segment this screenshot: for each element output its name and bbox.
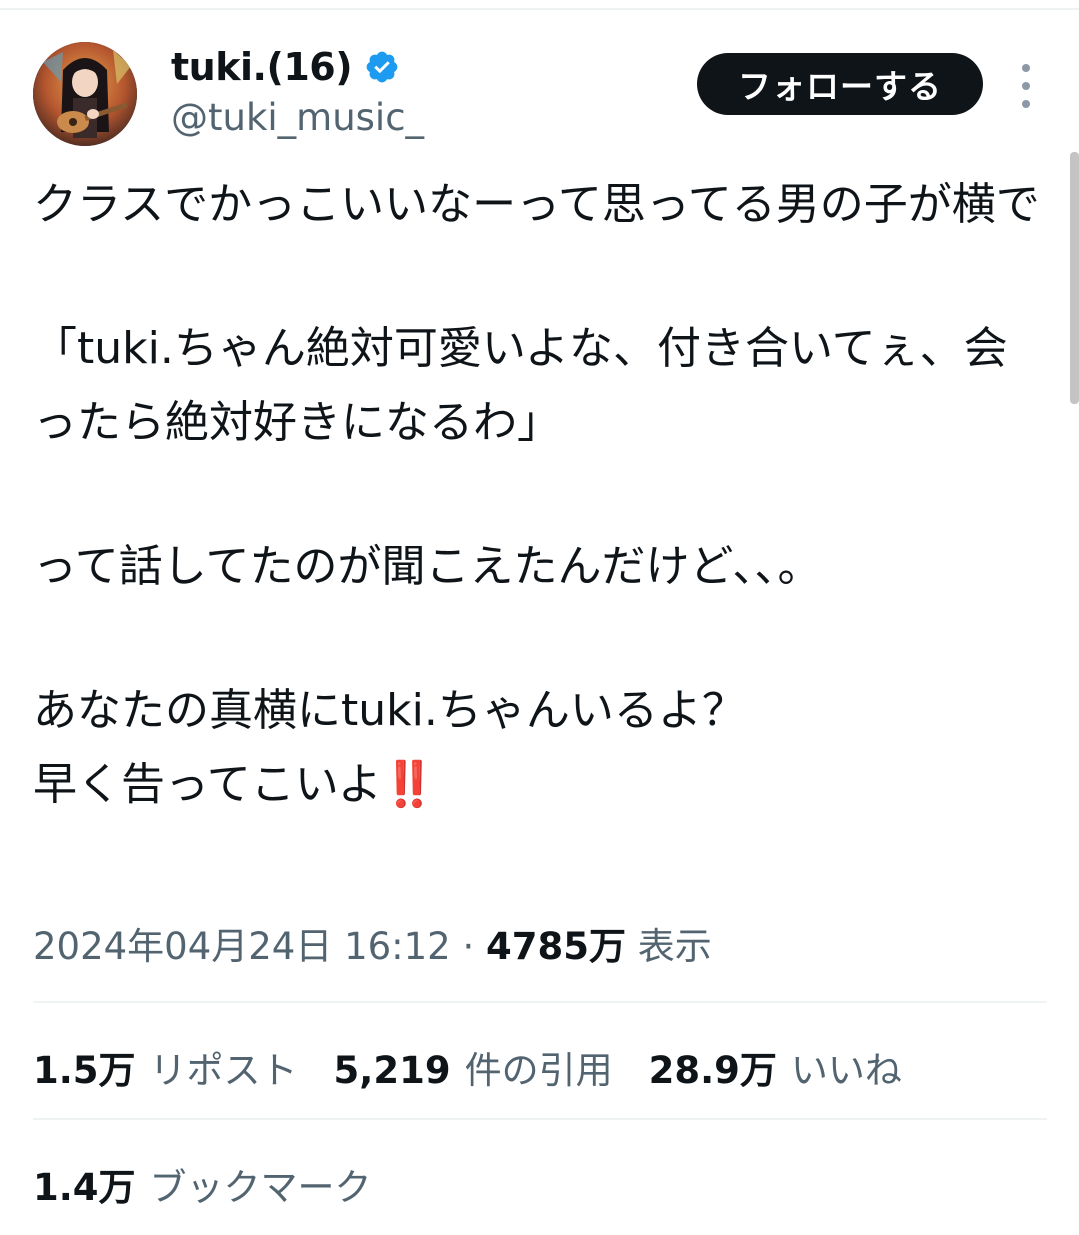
tweet-line: クラスでかっこいいなーって思ってる男の子が横で <box>33 179 1040 230</box>
views-count: 4785万 <box>486 925 626 968</box>
more-options-icon[interactable] <box>1011 64 1041 108</box>
reposts-stat[interactable]: 1.5万 リポスト <box>33 1040 298 1094</box>
quotes-count: 5,219 <box>333 1049 451 1092</box>
tweet-line: 早く告ってこいよ‼️ <box>33 748 1043 822</box>
reposts-count: 1.5万 <box>33 1049 136 1092</box>
meta-separator: · <box>450 925 487 968</box>
tweet-meta: 2024年04月24日 16:12 · 4785万 表示 <box>33 916 712 970</box>
scrollbar[interactable] <box>1070 152 1079 404</box>
tweet-line: 「tuki.ちゃん絶対可愛いよな、付き合いてぇ、会ったら絶対好きになるわ」 <box>33 323 1008 448</box>
likes-count: 28.9万 <box>648 1049 777 1092</box>
divider <box>33 1118 1047 1120</box>
quotes-label: 件の引用 <box>464 1049 613 1092</box>
divider <box>33 1001 1047 1003</box>
bookmarks-label: ブックマーク <box>149 1166 372 1209</box>
bookmarks-count: 1.4万 <box>33 1166 136 1209</box>
display-name-row: tuki.(16) <box>171 40 424 94</box>
display-name[interactable]: tuki.(16) <box>171 45 353 89</box>
tweet-line: あなたの真横にtuki.ちゃんいるよ？ <box>33 685 746 736</box>
user-name-block: tuki.(16) @tuki_music_ <box>171 40 424 139</box>
timestamp[interactable]: 2024年04月24日 16:12 <box>33 925 451 968</box>
avatar[interactable] <box>33 42 137 146</box>
bookmark-stats: 1.4万 ブックマーク <box>33 1157 408 1211</box>
reposts-label: リポスト <box>149 1049 298 1092</box>
avatar-guitar-girl-icon <box>33 42 137 146</box>
tweet-text: クラスでかっこいいなーって思ってる男の子が横で 「tuki.ちゃん絶対可愛いよな… <box>33 168 1043 822</box>
tweet-line: って話してたのが聞こえたんだけど､､。 <box>33 541 822 592</box>
follow-button[interactable]: フォローする <box>697 53 983 115</box>
likes-stat[interactable]: 28.9万 いいね <box>649 1040 902 1094</box>
tweet-header: tuki.(16) @tuki_music_ フォローする <box>33 40 1053 150</box>
views-label: 表示 <box>637 925 712 968</box>
user-handle[interactable]: @tuki_music_ <box>171 96 424 139</box>
top-divider <box>0 8 1079 10</box>
bookmarks-stat[interactable]: 1.4万 ブックマーク <box>33 1157 372 1211</box>
likes-label: いいね <box>790 1049 902 1092</box>
double-exclamation-icon: ‼️ <box>381 759 437 810</box>
tweet-line-text: 早く告ってこいよ <box>33 759 382 810</box>
quotes-stat[interactable]: 5,219 件の引用 <box>334 1040 613 1094</box>
engagement-stats: 1.5万 リポスト 5,219 件の引用 28.9万 いいね <box>33 1040 938 1094</box>
verified-badge-icon <box>366 51 398 83</box>
